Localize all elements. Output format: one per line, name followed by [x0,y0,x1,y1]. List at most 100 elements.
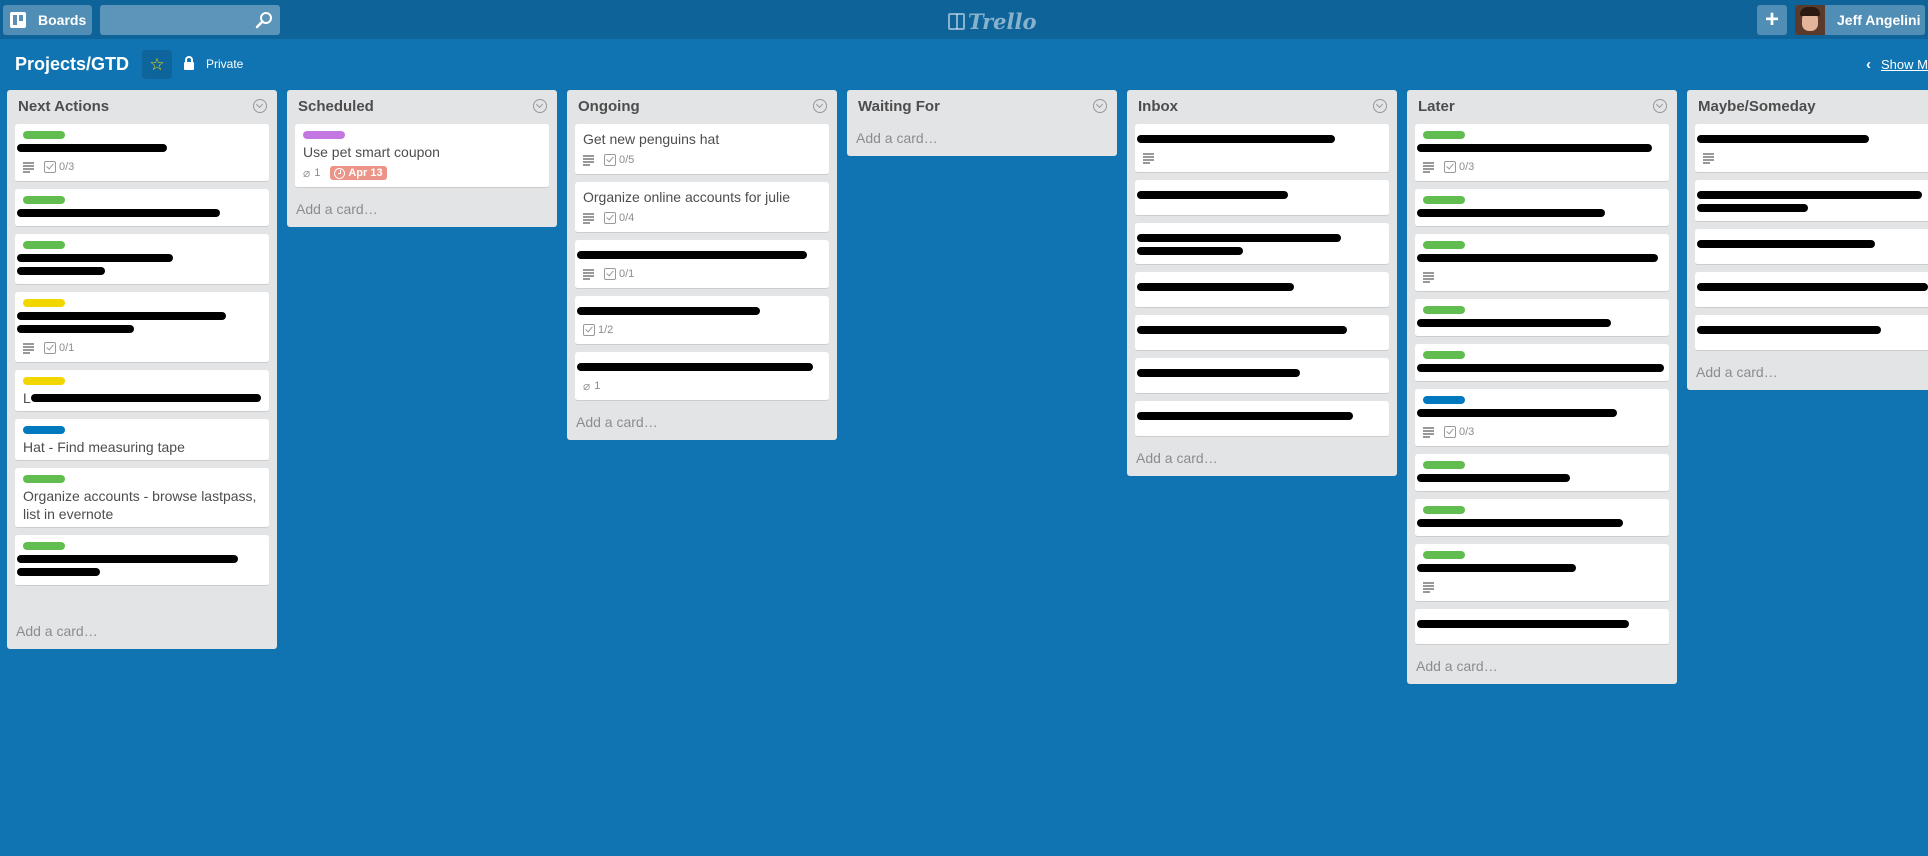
checklist-icon [1444,161,1456,173]
member-menu-button[interactable]: Jeff Angelini [1795,5,1925,35]
card[interactable]: Hat - Find measuring tape [15,419,269,461]
trello-logo[interactable]: Trello [948,9,1037,34]
card[interactable]: 0/3 [1415,124,1669,182]
card[interactable] [1135,180,1389,216]
add-card-button[interactable]: Add a card… [575,408,829,440]
paperclip-icon: ⌀ [583,379,591,393]
card[interactable] [1135,315,1389,351]
search-input[interactable] [100,5,280,35]
redacted-text [1697,204,1808,212]
chevron-left-icon: ‹ [1866,56,1871,73]
card[interactable] [15,535,269,586]
list-waiting-for: Waiting For Add a card… [847,90,1117,156]
card[interactable] [1695,315,1928,351]
list-header: Waiting For [855,90,1109,124]
list-title[interactable]: Next Actions [18,98,109,115]
card[interactable]: Get new penguins hat 0/5 [575,124,829,175]
card[interactable] [1695,124,1928,173]
redacted-text [1417,319,1611,327]
list-title[interactable]: Waiting For [858,98,940,115]
boards-button[interactable]: Boards [3,5,92,35]
list-menu-icon[interactable] [1653,99,1667,113]
card[interactable] [15,234,269,285]
list-menu-icon[interactable] [1373,99,1387,113]
card[interactable]: Organize accounts - browse lastpass, lis… [15,468,269,528]
card[interactable] [1135,223,1389,265]
redacted-text [1417,209,1605,217]
checklist-badge: 0/3 [1444,426,1474,438]
redacted-text [1137,412,1353,420]
list-menu-icon[interactable] [1093,99,1107,113]
redacted-text [1137,283,1294,291]
checklist-badge: 0/1 [604,268,634,280]
card[interactable]: 0/1 [575,240,829,289]
add-card-button[interactable]: Add a card… [1695,358,1928,390]
card[interactable] [1135,358,1389,394]
list-title[interactable]: Ongoing [578,98,640,115]
add-button[interactable]: + [1757,5,1787,35]
card-label-yellow [23,299,65,307]
list-title[interactable]: Scheduled [298,98,374,115]
card[interactable] [1135,124,1389,173]
card-title [1137,234,1381,255]
card[interactable] [1415,234,1669,292]
card[interactable] [1415,189,1669,227]
card[interactable]: 0/1 [15,292,269,363]
card[interactable]: 0/3 [1415,389,1669,447]
card[interactable] [1415,499,1669,537]
card-title [1417,319,1661,327]
card[interactable] [1695,272,1928,308]
card[interactable] [1135,272,1389,308]
list-title[interactable]: Later [1418,98,1455,115]
card[interactable]: ⌀ 1 [575,352,829,401]
trello-logo-icon [948,13,965,30]
show-menu-button[interactable]: ‹ Show Menu [1866,56,1928,73]
add-card-button[interactable]: Add a card… [855,124,1109,156]
add-card-button[interactable]: Add a card… [295,195,549,227]
card[interactable] [1695,180,1928,222]
list-header: Scheduled [295,90,549,124]
add-card-button[interactable]: Add a card… [1415,652,1669,684]
list-header: Maybe/Someday [1695,90,1928,124]
description-icon [23,162,34,173]
card-title: L [23,389,261,407]
card[interactable] [1415,454,1669,492]
due-date-badge: Apr 13 [330,166,387,180]
star-button[interactable]: ☆ [142,50,172,79]
card[interactable]: 1/2 [575,296,829,345]
visibility-button[interactable]: Private [184,56,243,71]
list-menu-icon[interactable] [253,99,267,113]
card[interactable] [15,189,269,227]
list-title[interactable]: Maybe/Someday [1698,98,1816,115]
description-badge [583,213,594,224]
card-title [1697,326,1928,334]
card[interactable] [1415,544,1669,602]
redacted-text [1697,191,1922,199]
card[interactable]: 0/3 [15,124,269,182]
redacted-text [1137,135,1335,143]
add-card-button[interactable]: Add a card… [15,593,269,649]
card[interactable]: Use pet smart coupon ⌀ 1 Apr 13 [295,124,549,188]
add-card-button[interactable]: Add a card… [1135,444,1389,476]
list-menu-icon[interactable] [813,99,827,113]
card[interactable] [1415,344,1669,382]
card-title [1417,364,1664,372]
list-title[interactable]: Inbox [1138,98,1178,115]
card[interactable] [1415,609,1669,645]
redacted-text [17,254,173,262]
description-badge [23,343,34,354]
description-badge [583,269,594,280]
board-title[interactable]: Projects/GTD [15,54,129,75]
card[interactable] [1135,401,1389,437]
card[interactable]: Organize online accounts for julie 0/4 [575,182,829,233]
card[interactable]: L [15,370,269,412]
checklist-count: 0/3 [1459,426,1475,438]
card-label-green [1423,196,1465,204]
checklist-badge: 0/5 [604,154,634,166]
card[interactable] [1415,299,1669,337]
search-icon[interactable] [255,11,273,29]
card-label-green [1423,351,1465,359]
card-title [1697,191,1928,212]
list-menu-icon[interactable] [533,99,547,113]
card[interactable] [1695,229,1928,265]
